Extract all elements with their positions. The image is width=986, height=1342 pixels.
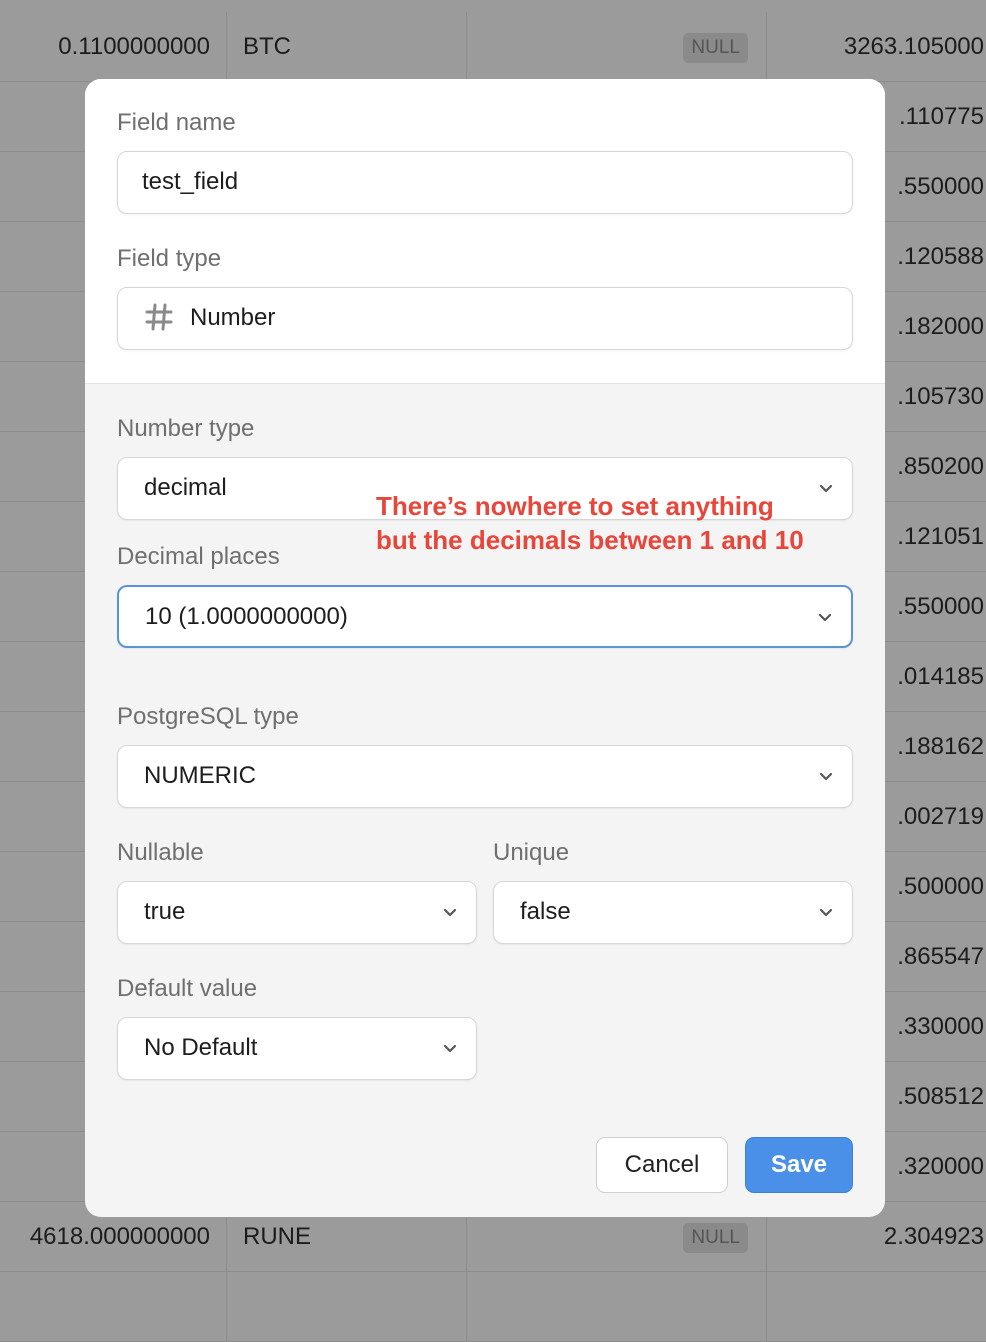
- null-cell: NULL: [466, 12, 766, 82]
- amount-cell: [0, 1272, 226, 1342]
- decimal-places-select[interactable]: 10 (1.0000000000): [117, 585, 853, 648]
- field-name-input[interactable]: test_field: [117, 151, 853, 214]
- postgres-type-value: NUMERIC: [144, 762, 256, 789]
- decimal-places-value: 10 (1.0000000000): [145, 603, 348, 630]
- chevron-down-icon: [443, 1044, 457, 1053]
- nullable-label: Nullable: [117, 839, 204, 866]
- unique-label: Unique: [493, 839, 570, 866]
- field-type-value: Number: [190, 304, 276, 331]
- field-name-label: Field name: [117, 109, 236, 136]
- postgres-type-select[interactable]: NUMERIC: [117, 745, 853, 808]
- decimal-places-label: Decimal places: [117, 543, 280, 570]
- symbol-cell: BTC: [226, 12, 466, 82]
- amount-cell: 0.1100000000: [58, 33, 210, 60]
- default-value-select[interactable]: No Default: [117, 1017, 477, 1080]
- field-name-value: test_field: [142, 168, 239, 195]
- annotation-line-2: but the decimals between 1 and 10: [376, 525, 804, 555]
- default-value-label: Default value: [117, 975, 258, 1002]
- save-button[interactable]: Save: [745, 1137, 853, 1193]
- chevron-down-icon: [819, 772, 833, 781]
- chevron-down-icon: [443, 908, 457, 917]
- annotation-line-1: There’s nowhere to set anything: [376, 491, 774, 521]
- price-cell: [766, 1272, 986, 1342]
- unique-select[interactable]: false: [493, 881, 853, 944]
- edit-field-modal: Field name test_field Field type Number …: [85, 79, 885, 1217]
- postgres-type-label: PostgreSQL type: [117, 703, 299, 730]
- price-cell: 3263.105000: [766, 12, 986, 82]
- modal-header-section: Field name test_field Field type Number: [85, 79, 885, 384]
- chevron-down-icon: [819, 908, 833, 917]
- nullable-value: true: [144, 898, 186, 925]
- null-badge: NULL: [683, 32, 748, 63]
- symbol-cell: [226, 1272, 466, 1342]
- unique-value: false: [520, 898, 571, 925]
- hash-icon: [145, 303, 173, 331]
- cancel-button[interactable]: Cancel: [596, 1137, 728, 1193]
- field-type-select[interactable]: Number: [117, 287, 853, 350]
- table-row: [0, 1272, 986, 1342]
- nullable-select[interactable]: true: [117, 881, 477, 944]
- null-badge: NULL: [683, 1222, 748, 1253]
- null-cell: [466, 1272, 766, 1342]
- field-type-label: Field type: [117, 245, 222, 272]
- annotation-text: There’s nowhere to set anything but the …: [376, 489, 846, 557]
- number-type-label: Number type: [117, 415, 255, 442]
- table-row: 0.1100000000 BTC NULL 3263.105000: [0, 12, 986, 82]
- chevron-down-icon: [818, 613, 832, 622]
- number-type-value: decimal: [144, 474, 227, 501]
- default-value-value: No Default: [144, 1034, 258, 1061]
